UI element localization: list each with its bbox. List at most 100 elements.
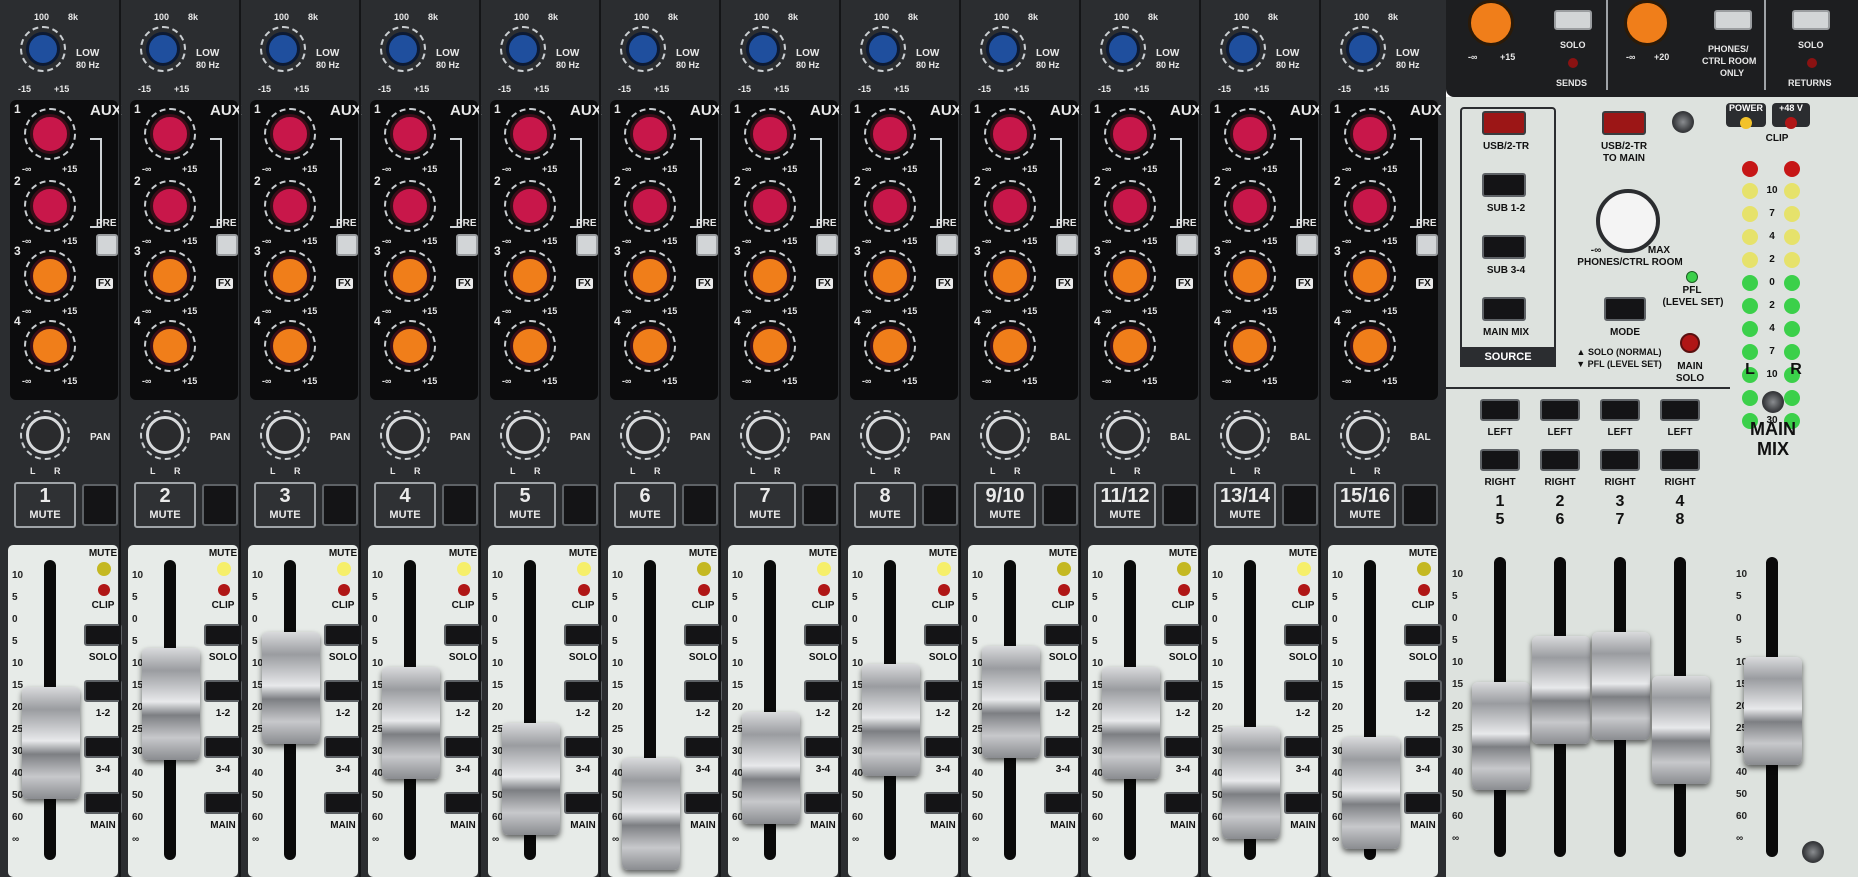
channel-aux-button[interactable] <box>1282 484 1318 526</box>
aux-knob[interactable] <box>1110 186 1150 226</box>
aux-knob[interactable] <box>1110 326 1150 366</box>
mute-button[interactable]: 4 MUTE <box>374 482 436 528</box>
aux-knob[interactable] <box>750 114 790 154</box>
usb-to-main-button[interactable] <box>1602 111 1646 135</box>
aux-knob[interactable] <box>30 256 70 296</box>
mute-button[interactable]: 15/16 MUTE <box>1334 482 1396 528</box>
solo-button[interactable] <box>444 624 482 646</box>
aux-knob[interactable] <box>1350 256 1390 296</box>
low-eq-knob[interactable] <box>146 32 180 66</box>
low-eq-knob[interactable] <box>866 32 900 66</box>
sub12-button[interactable] <box>444 680 482 702</box>
channel-fader[interactable] <box>1342 737 1400 849</box>
channel-fader[interactable] <box>982 646 1040 758</box>
sub34-button[interactable] <box>684 736 722 758</box>
channel-fader[interactable] <box>262 632 320 744</box>
solo-button[interactable] <box>1164 624 1202 646</box>
sub34-button[interactable] <box>204 736 242 758</box>
subgroup-left-button[interactable] <box>1660 399 1700 421</box>
aux-knob[interactable] <box>990 326 1030 366</box>
aux-knob[interactable] <box>150 186 190 226</box>
main-button[interactable] <box>1404 792 1442 814</box>
aux-knob[interactable] <box>630 186 670 226</box>
sub12-button[interactable] <box>1164 680 1202 702</box>
low-eq-knob[interactable] <box>386 32 420 66</box>
channel-aux-button[interactable] <box>1402 484 1438 526</box>
sub12-button[interactable] <box>564 680 602 702</box>
low-eq-knob[interactable] <box>266 32 300 66</box>
aux-knob[interactable] <box>750 256 790 296</box>
sub12-button[interactable] <box>324 680 362 702</box>
channel-fader[interactable] <box>142 648 200 760</box>
pre-button[interactable] <box>1056 234 1078 256</box>
pan-knob[interactable] <box>1106 416 1144 454</box>
aux-knob[interactable] <box>30 186 70 226</box>
channel-fader[interactable] <box>1222 727 1280 839</box>
main-button[interactable] <box>1044 792 1082 814</box>
channel-aux-button[interactable] <box>682 484 718 526</box>
mute-button[interactable]: 6 MUTE <box>614 482 676 528</box>
aux-knob[interactable] <box>870 326 910 366</box>
pre-button[interactable] <box>816 234 838 256</box>
low-eq-knob[interactable] <box>986 32 1020 66</box>
main-button[interactable] <box>324 792 362 814</box>
channel-aux-button[interactable] <box>322 484 358 526</box>
aux-knob[interactable] <box>270 326 310 366</box>
mute-button[interactable]: 3 MUTE <box>254 482 316 528</box>
aux-knob[interactable] <box>870 256 910 296</box>
aux-knob[interactable] <box>510 256 550 296</box>
aux-knob[interactable] <box>630 256 670 296</box>
aux-knob[interactable] <box>150 114 190 154</box>
sub34-button[interactable] <box>1284 736 1322 758</box>
sub12-button[interactable] <box>204 680 242 702</box>
main-button[interactable] <box>684 792 722 814</box>
sub34-button[interactable] <box>804 736 842 758</box>
aux-knob[interactable] <box>510 186 550 226</box>
sub34-button[interactable] <box>324 736 362 758</box>
aux-knob[interactable] <box>870 186 910 226</box>
phones-ctrl-room-knob[interactable] <box>1596 189 1660 253</box>
channel-fader[interactable] <box>382 667 440 779</box>
pre-button[interactable] <box>336 234 358 256</box>
aux-knob[interactable] <box>1230 186 1270 226</box>
channel-aux-button[interactable] <box>1042 484 1078 526</box>
aux-knob[interactable] <box>750 186 790 226</box>
source-sub34-button[interactable] <box>1482 235 1526 259</box>
pan-knob[interactable] <box>266 416 304 454</box>
sub12-button[interactable] <box>1044 680 1082 702</box>
sub34-button[interactable] <box>444 736 482 758</box>
source-sub12-button[interactable] <box>1482 173 1526 197</box>
aux-knob[interactable] <box>270 256 310 296</box>
mute-button[interactable]: 8 MUTE <box>854 482 916 528</box>
source-main-mix-button[interactable] <box>1482 297 1526 321</box>
sends-solo-button[interactable] <box>1554 10 1592 30</box>
subgroup-left-button[interactable] <box>1540 399 1580 421</box>
mode-button[interactable] <box>1604 297 1646 321</box>
low-eq-knob[interactable] <box>26 32 60 66</box>
aux-knob[interactable] <box>510 114 550 154</box>
pre-button[interactable] <box>456 234 478 256</box>
aux-knob[interactable] <box>630 326 670 366</box>
main-button[interactable] <box>1164 792 1202 814</box>
returns-solo-button[interactable] <box>1792 10 1830 30</box>
pre-button[interactable] <box>96 234 118 256</box>
pan-knob[interactable] <box>1226 416 1264 454</box>
low-eq-knob[interactable] <box>1226 32 1260 66</box>
aux-knob[interactable] <box>750 326 790 366</box>
mute-button[interactable]: 2 MUTE <box>134 482 196 528</box>
main-button[interactable] <box>1284 792 1322 814</box>
main-button[interactable] <box>924 792 962 814</box>
solo-button[interactable] <box>324 624 362 646</box>
pan-knob[interactable] <box>746 416 784 454</box>
subgroup-left-button[interactable] <box>1480 399 1520 421</box>
main-mix-fader[interactable] <box>1744 657 1802 765</box>
aux-knob[interactable] <box>1110 114 1150 154</box>
pan-knob[interactable] <box>386 416 424 454</box>
sub12-button[interactable] <box>1404 680 1442 702</box>
subgroup-right-button[interactable] <box>1540 449 1580 471</box>
subgroup-fader[interactable] <box>1472 682 1530 790</box>
sub34-button[interactable] <box>1404 736 1442 758</box>
pre-button[interactable] <box>1416 234 1438 256</box>
source-usb-button[interactable] <box>1482 111 1526 135</box>
channel-fader[interactable] <box>622 758 680 870</box>
